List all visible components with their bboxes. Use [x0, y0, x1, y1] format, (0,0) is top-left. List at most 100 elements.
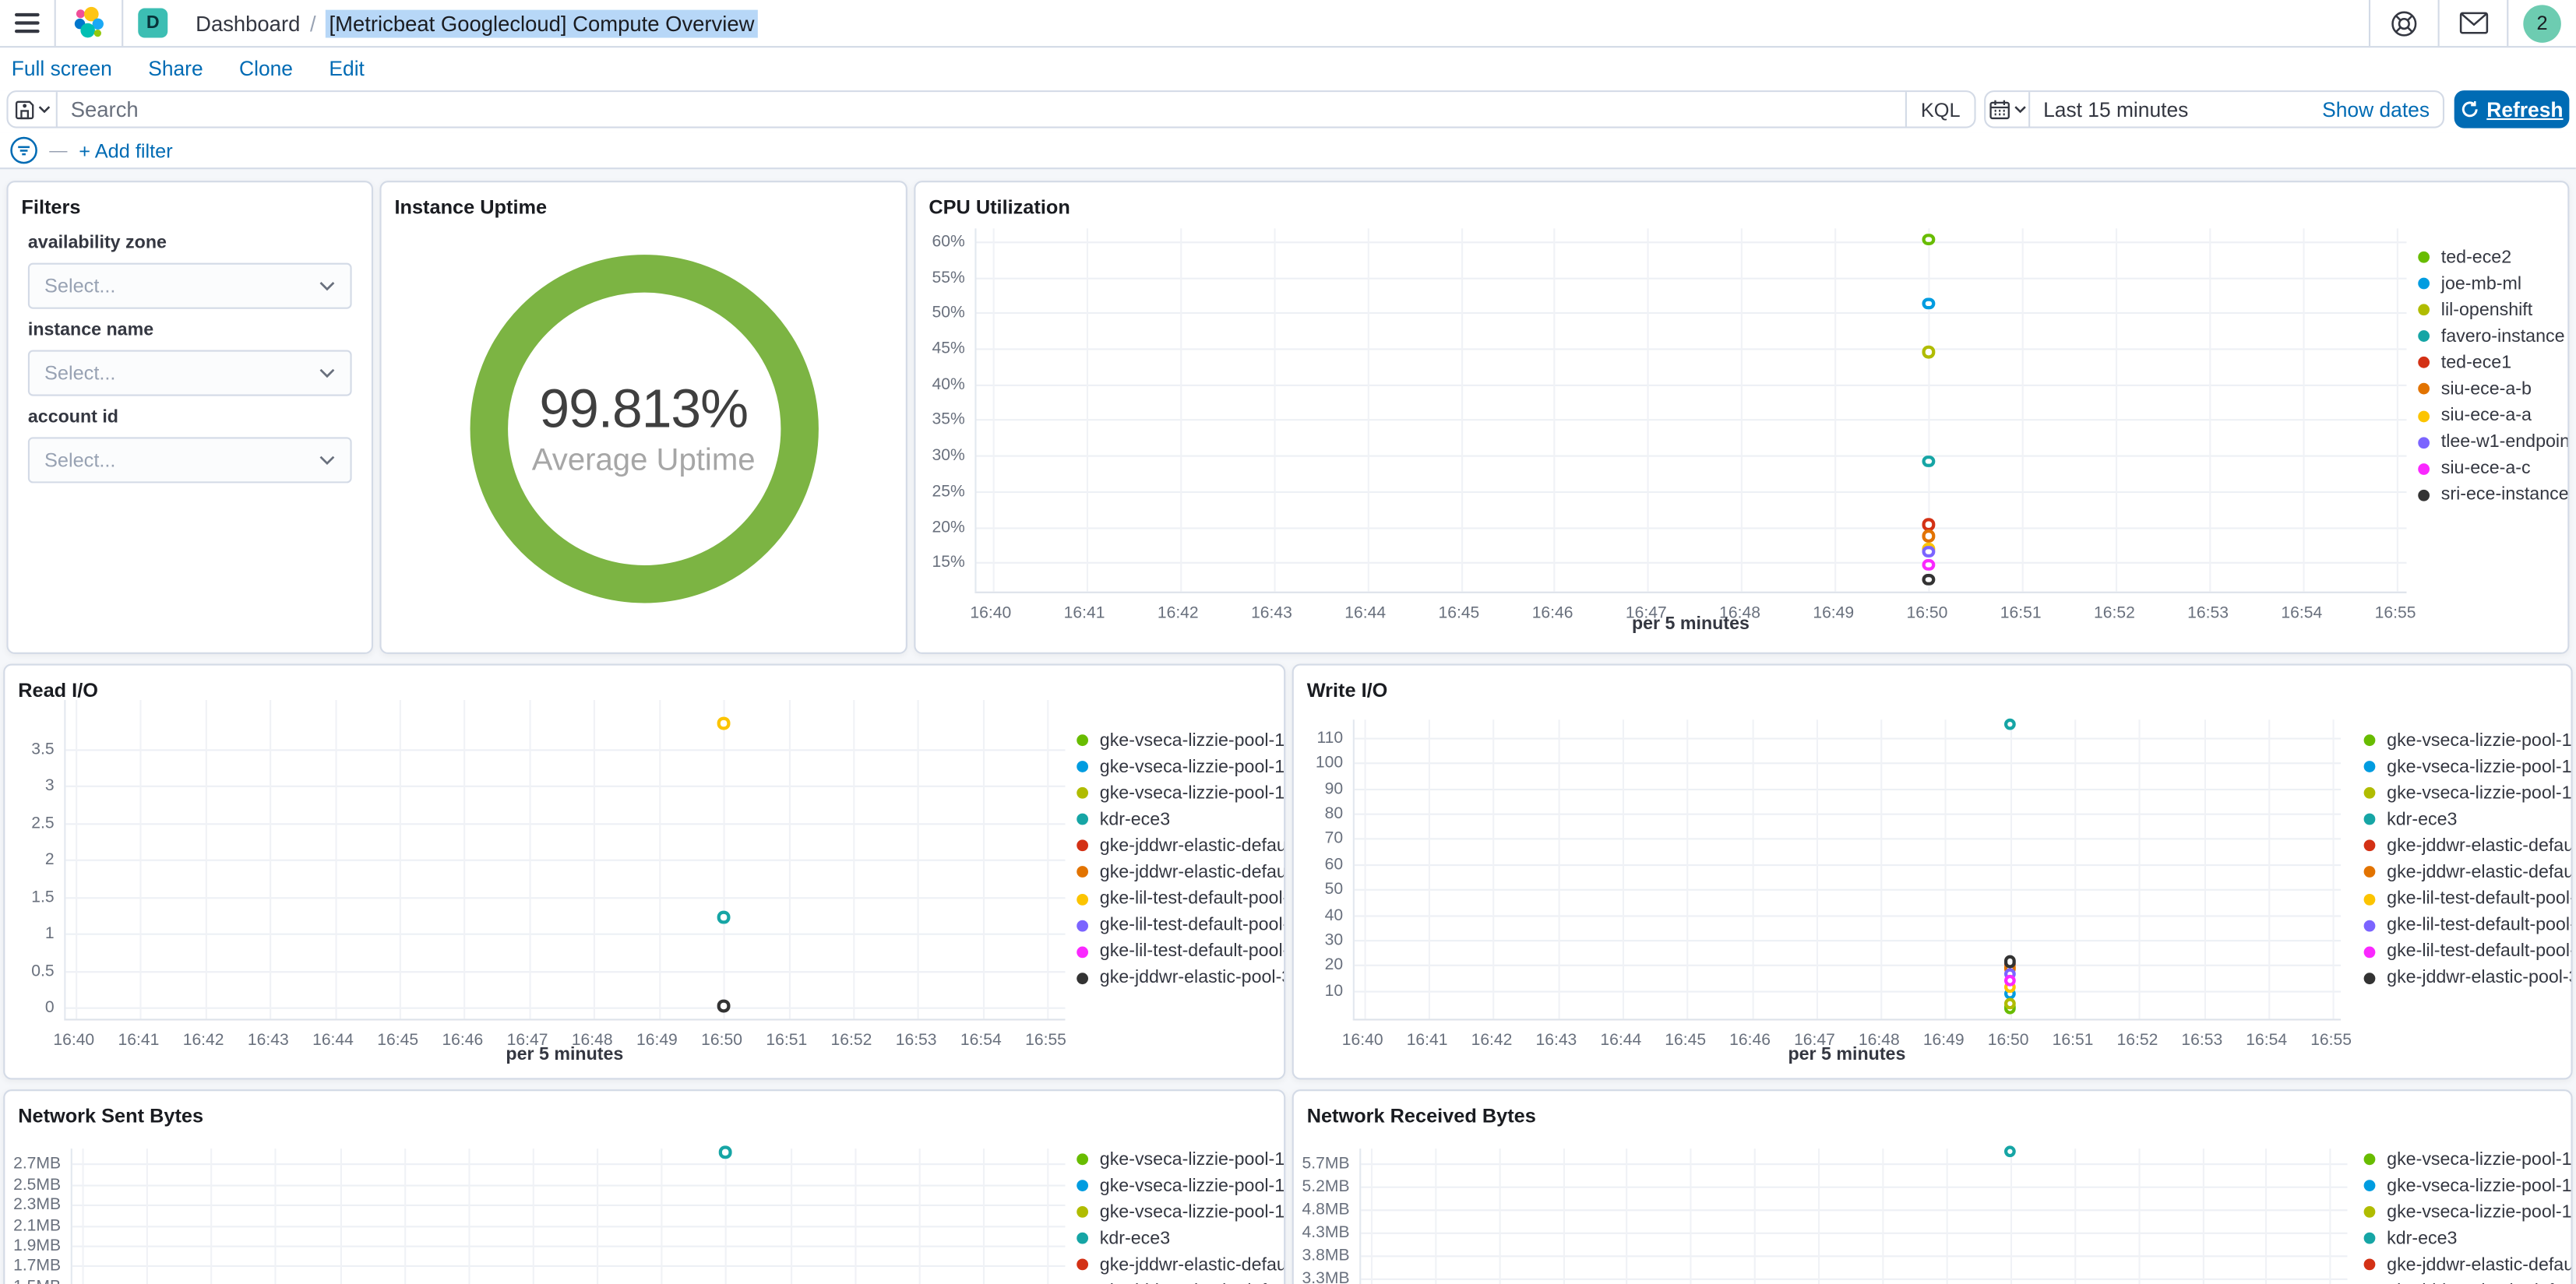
query-language-button[interactable]: KQL — [1905, 92, 1975, 127]
legend-item[interactable]: gke-vseca-lizzie-pool-1-c417... — [1077, 757, 1284, 776]
data-point — [1922, 518, 1935, 531]
share-link[interactable]: Share — [148, 58, 203, 81]
legend-item[interactable]: gke-jddwr-elastic-pool-3-74... — [1077, 969, 1284, 988]
legend-item[interactable]: siu-ece-a-b — [2418, 379, 2567, 399]
data-point — [717, 999, 730, 1012]
gridline — [1179, 228, 1182, 592]
gridline — [1498, 1149, 1500, 1284]
legend-item[interactable]: sri-ece-instance — [2418, 485, 2567, 505]
legend-item[interactable]: gke-jddwr-elastic-default-po... — [2363, 863, 2571, 882]
space-selector[interactable]: D — [123, 0, 182, 46]
x-axis-tick-label: 16:53 — [895, 1032, 937, 1050]
gridline — [725, 1149, 728, 1284]
show-dates-link[interactable]: Show dates — [2322, 98, 2443, 121]
legend-item[interactable]: gke-lil-test-default-pool-c1e... — [2363, 889, 2571, 909]
select-placeholder: Select... — [44, 449, 116, 472]
gridline — [661, 1149, 664, 1284]
instance-name-select[interactable]: Select... — [27, 350, 352, 396]
legend-item[interactable]: gke-vseca-lizzie-pool-1-c417... — [1077, 1176, 1284, 1195]
x-axis-tick-label: 16:55 — [2310, 1032, 2352, 1050]
gridline — [2074, 1149, 2076, 1284]
gridline — [2074, 719, 2077, 1019]
legend-dot-icon — [2363, 840, 2376, 852]
space-badge[interactable]: D — [138, 8, 168, 38]
avatar[interactable]: 2 — [2523, 4, 2561, 42]
page-title[interactable]: [Metricbeat Googlecloud] Compute Overvie… — [326, 9, 758, 37]
help-button[interactable] — [2370, 0, 2438, 46]
legend-item[interactable]: gke-lil-test-default-pool-c1e... — [1077, 942, 1284, 962]
x-axis-tick-label: 16:49 — [1813, 604, 1855, 623]
panel-read-io: Read I/O gke-vseca-lizzie-pool-1-1877...… — [3, 663, 1286, 1080]
legend-item[interactable]: gke-jddwr-elastic-default-po... — [1077, 863, 1284, 882]
legend-item[interactable]: siu-ece-a-c — [2418, 459, 2567, 479]
legend-item[interactable]: gke-vseca-lizzie-pool-1-c417... — [2363, 1176, 2571, 1195]
breadcrumb-dashboard[interactable]: Dashboard — [196, 11, 300, 36]
legend-item[interactable]: gke-vseca-lizzie-pool-1-630... — [1077, 783, 1284, 803]
x-axis-tick-label: 16:55 — [1025, 1032, 1066, 1050]
gridline — [403, 1149, 406, 1284]
legend-item[interactable]: gke-jddwr-elastic-default-po... — [2363, 1255, 2571, 1275]
refresh-button[interactable]: Refresh — [2454, 90, 2570, 128]
legend-item[interactable]: tlee-w1-endpoint — [2418, 432, 2570, 452]
legend-label: tlee-w1-endpoint — [2440, 432, 2570, 452]
legend-item[interactable]: gke-lil-test-default-pool-c1e... — [1077, 889, 1284, 909]
date-quick-select[interactable] — [1986, 92, 2031, 127]
x-axis-tick-label: 16:45 — [1438, 604, 1480, 623]
menu-toggle[interactable] — [0, 0, 55, 46]
filter-menu-icon[interactable] — [10, 136, 38, 164]
gridline — [1751, 719, 1753, 1019]
user-menu[interactable]: 2 — [2508, 0, 2576, 46]
legend-item[interactable]: gke-jddwr-elastic-pool-3-74... — [2363, 969, 2571, 988]
x-axis-tick-label: 16:42 — [1157, 604, 1199, 623]
clone-link[interactable]: Clone — [239, 58, 293, 81]
legend-item[interactable]: kdr-ece3 — [2363, 810, 2571, 829]
legend-item[interactable]: kdr-ece3 — [1077, 1229, 1284, 1248]
search-input[interactable] — [57, 97, 1905, 122]
time-range-value[interactable]: Last 15 minutes — [2030, 98, 2322, 121]
y-axis-tick-label: 55% — [932, 269, 965, 287]
legend-item[interactable]: gke-vseca-lizzie-pool-1-c417... — [2363, 757, 2571, 776]
legend-item[interactable]: gke-jddwr-elastic-default-po... — [1077, 1255, 1284, 1275]
legend-item[interactable]: lil-openshift — [2418, 301, 2567, 320]
newsfeed-button[interactable] — [2440, 0, 2507, 46]
legend-item[interactable]: gke-vseca-lizzie-pool-1-1877... — [2363, 730, 2571, 750]
legend-item[interactable]: kdr-ece3 — [2363, 1229, 2571, 1248]
gridline — [72, 1205, 1066, 1207]
legend-item[interactable]: gke-vseca-lizzie-pool-1-630... — [1077, 1202, 1284, 1222]
legend-item[interactable]: joe-mb-ml — [2418, 274, 2567, 294]
legend-dot-icon — [1077, 893, 1089, 905]
saved-query-menu[interactable] — [9, 92, 58, 127]
legend-dot-icon — [2363, 946, 2376, 958]
y-axis-tick-label: 60% — [932, 233, 965, 252]
add-filter-link[interactable]: + Add filter — [79, 139, 172, 162]
legend-item[interactable]: gke-vseca-lizzie-pool-1-1877... — [1077, 1149, 1284, 1169]
y-axis-tick-label: 45% — [932, 339, 965, 359]
legend-dot-icon — [1077, 840, 1089, 852]
legend-item[interactable]: gke-lil-test-default-pool-c1e... — [1077, 916, 1284, 935]
legend-item[interactable]: kdr-ece3 — [1077, 810, 1284, 829]
legend-item[interactable]: gke-vseca-lizzie-pool-1-630... — [2363, 1202, 2571, 1222]
hamburger-icon[interactable] — [14, 12, 40, 33]
legend-item[interactable]: siu-ece-a-a — [2418, 406, 2567, 426]
legend-item[interactable]: gke-vseca-lizzie-pool-1-1877... — [1077, 730, 1284, 750]
availability-zone-select[interactable]: Select... — [27, 262, 352, 309]
account-id-select[interactable]: Select... — [27, 437, 352, 484]
y-axis-tick-label: 40% — [932, 375, 965, 394]
legend-item[interactable]: gke-vseca-lizzie-pool-1-1877... — [2363, 1149, 2571, 1169]
gridline — [1354, 864, 2342, 866]
legend-item[interactable]: gke-lil-test-default-pool-c1e... — [2363, 942, 2571, 962]
legend-dot-icon — [1077, 1180, 1089, 1192]
legend-item[interactable]: ted-ece1 — [2418, 353, 2567, 373]
legend-item[interactable]: favero-instance — [2418, 326, 2567, 347]
legend-item[interactable]: gke-lil-test-default-pool-c1e... — [2363, 916, 2571, 935]
x-axis-tick-label: 16:49 — [636, 1032, 678, 1050]
x-axis-tick-label: 16:54 — [2281, 604, 2323, 623]
full-screen-link[interactable]: Full screen — [12, 58, 112, 81]
legend-item[interactable]: gke-vseca-lizzie-pool-1-630... — [2363, 783, 2571, 803]
legend-item[interactable]: ted-ece2 — [2418, 248, 2567, 267]
elastic-home[interactable] — [56, 0, 122, 46]
gridline — [976, 526, 2407, 529]
legend-item[interactable]: gke-jddwr-elastic-default-po... — [1077, 836, 1284, 856]
legend-item[interactable]: gke-jddwr-elastic-default-po... — [2363, 836, 2571, 856]
edit-link[interactable]: Edit — [329, 58, 364, 81]
